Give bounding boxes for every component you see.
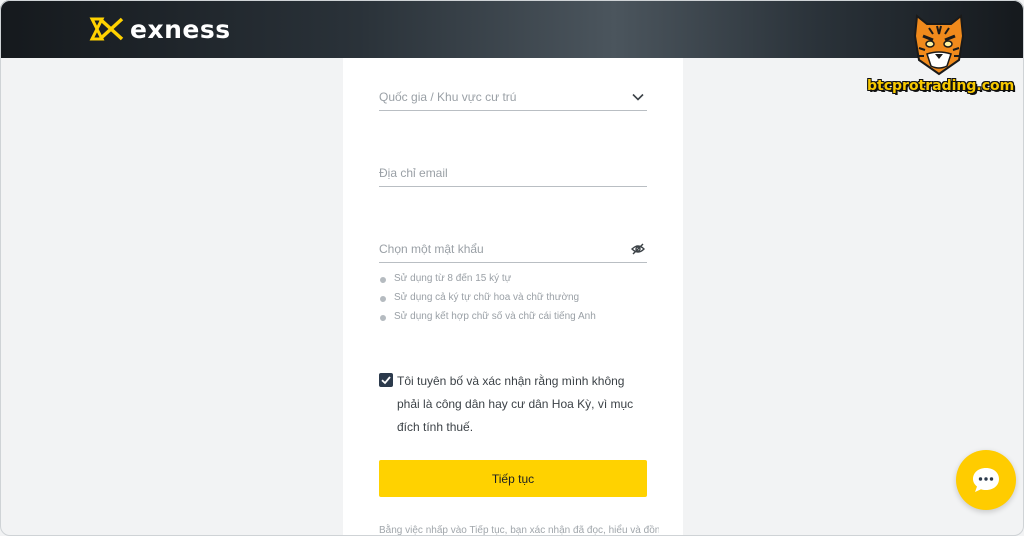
password-rule-text: Sử dụng cả ký tự chữ hoa và chữ thường	[394, 292, 580, 303]
signup-form: Quốc gia / Khu vực cư trú Địa chỉ email …	[343, 58, 683, 536]
bullet-icon	[380, 296, 386, 302]
country-select[interactable]: Quốc gia / Khu vực cư trú	[379, 88, 647, 111]
email-field[interactable]: Địa chỉ email	[379, 164, 647, 187]
terms-text: Bằng việc nhấp vào Tiếp tục, bạn xác nhậ…	[379, 525, 659, 536]
password-rule-text: Sử dụng kết hợp chữ số và chữ cái tiếng …	[394, 311, 596, 322]
exness-logo-icon	[89, 17, 124, 41]
checkmark-icon	[381, 376, 391, 385]
password-placeholder: Chọn một mật khẩu	[379, 242, 484, 256]
password-rule: Sử dụng cả ký tự chữ hoa và chữ thường	[379, 292, 647, 311]
password-rules: Sử dụng từ 8 đến 15 ký tự Sử dụng cả ký …	[379, 273, 647, 330]
password-rule-text: Sử dụng từ 8 đến 15 ký tự	[394, 273, 512, 284]
tiger-icon	[913, 14, 965, 76]
consent-checkbox[interactable]	[379, 373, 393, 387]
watermark: btcprotrading.com	[867, 12, 1015, 100]
eye-hidden-icon[interactable]	[631, 242, 645, 256]
exness-logo[interactable]: exness	[88, 14, 231, 44]
password-rule: Sử dụng kết hợp chữ số và chữ cái tiếng …	[379, 311, 647, 330]
chat-button[interactable]	[956, 450, 1016, 510]
bullet-icon	[380, 315, 386, 321]
password-rule: Sử dụng từ 8 đến 15 ký tự	[379, 273, 647, 292]
continue-button[interactable]: Tiếp tục	[379, 460, 647, 497]
email-placeholder: Địa chỉ email	[379, 166, 448, 180]
watermark-text: btcprotrading.com	[867, 78, 1015, 94]
chevron-down-icon	[632, 93, 644, 101]
bullet-icon	[380, 277, 386, 283]
consent-text: Tôi tuyên bố và xác nhận rằng mình không…	[397, 374, 634, 434]
password-field[interactable]: Chọn một mật khẩu	[379, 240, 647, 263]
logo-text: exness	[130, 14, 231, 44]
chat-bubble-icon	[973, 468, 999, 492]
country-placeholder: Quốc gia / Khu vực cư trú	[379, 90, 517, 104]
